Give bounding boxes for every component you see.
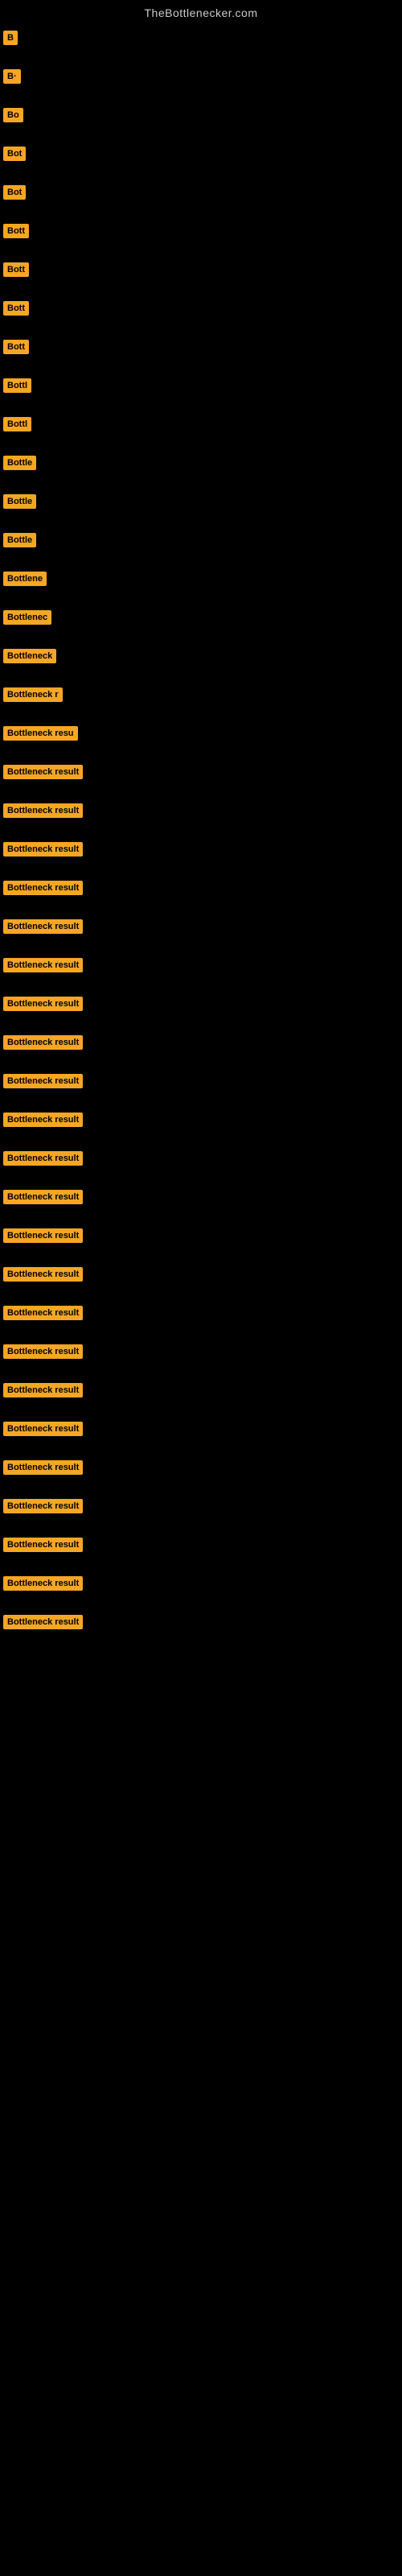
bottleneck-badge: Bottleneck result	[3, 1190, 83, 1204]
bottleneck-badge: Bottleneck result	[3, 1422, 83, 1436]
list-item: Bott	[0, 296, 402, 320]
bottleneck-badge: B·	[3, 69, 21, 84]
bottleneck-badge: Bottleneck result	[3, 1306, 83, 1320]
bottleneck-badge: Bottle	[3, 456, 36, 470]
list-item: Bottl	[0, 374, 402, 398]
bottleneck-badge: Bott	[3, 340, 29, 354]
list-item: Bottleneck result	[0, 1610, 402, 1634]
list-item: Bottleneck result	[0, 1224, 402, 1248]
list-item: Bottl	[0, 412, 402, 436]
list-item: Bottleneck result	[0, 799, 402, 823]
list-item: Bottleneck result	[0, 1340, 402, 1364]
list-item: Bottleneck result	[0, 953, 402, 977]
list-item: Bottlene	[0, 567, 402, 591]
bottleneck-badge: Bottleneck result	[3, 919, 83, 934]
list-item: Bottleneck result	[0, 992, 402, 1016]
list-item: Bottleneck result	[0, 760, 402, 784]
bottleneck-badge: B	[3, 31, 18, 45]
bottleneck-badge: Bottleneck result	[3, 1035, 83, 1050]
bottleneck-badge: Bottleneck result	[3, 842, 83, 857]
bottleneck-badge: Bott	[3, 224, 29, 238]
bottleneck-badge: Bottleneck result	[3, 1151, 83, 1166]
list-item: Bottleneck result	[0, 1030, 402, 1055]
list-item: Bottleneck r	[0, 683, 402, 707]
list-item: Bottle	[0, 451, 402, 475]
bottleneck-badge: Bot	[3, 147, 26, 161]
bottleneck-badge: Bottleneck result	[3, 765, 83, 779]
bottleneck-badge: Bottleneck resu	[3, 726, 78, 741]
list-item: Bot	[0, 142, 402, 166]
bottleneck-badge: Bottleneck	[3, 649, 56, 663]
list-item: Bottleneck result	[0, 1069, 402, 1093]
site-title: TheBottlenecker.com	[0, 0, 402, 23]
bottleneck-badge: Bottleneck result	[3, 1228, 83, 1243]
list-item: Bottleneck result	[0, 1533, 402, 1557]
bottleneck-badge: Bottleneck result	[3, 1267, 83, 1282]
list-item: Bottleneck result	[0, 1262, 402, 1286]
bottleneck-badge: Bottleneck result	[3, 1383, 83, 1397]
list-item: Bottleneck result	[0, 1417, 402, 1441]
list-item: Bottleneck result	[0, 1494, 402, 1518]
list-item: Bo	[0, 103, 402, 127]
list-item: Bottleneck resu	[0, 721, 402, 745]
bottleneck-badge: Bottlenec	[3, 610, 51, 625]
list-item: Bott	[0, 219, 402, 243]
list-item: Bottleneck result	[0, 837, 402, 861]
bottleneck-badge: Bottleneck result	[3, 1499, 83, 1513]
list-item: Bottleneck result	[0, 1301, 402, 1325]
list-item: Bottleneck result	[0, 1378, 402, 1402]
list-item: Bott	[0, 258, 402, 282]
bottleneck-badge: Bottleneck result	[3, 803, 83, 818]
bottleneck-badge: Bott	[3, 301, 29, 316]
list-item: Bottlenec	[0, 605, 402, 630]
bottleneck-badge: Bo	[3, 108, 23, 122]
bottleneck-badge: Bottleneck result	[3, 1344, 83, 1359]
list-item: Bott	[0, 335, 402, 359]
bottleneck-badge: Bottleneck result	[3, 1074, 83, 1088]
list-item: Bottleneck result	[0, 1146, 402, 1170]
bottleneck-badge: Bottleneck result	[3, 958, 83, 972]
list-item: Bot	[0, 180, 402, 204]
list-item: Bottleneck result	[0, 1571, 402, 1596]
bottleneck-badge: Bottleneck result	[3, 1615, 83, 1629]
list-item: Bottleneck	[0, 644, 402, 668]
bottleneck-badge: Bottleneck result	[3, 1460, 83, 1475]
list-item: Bottleneck result	[0, 1185, 402, 1209]
bottleneck-badge: Bottleneck result	[3, 881, 83, 895]
bottleneck-badge: Bottle	[3, 533, 36, 547]
bottleneck-badge: Bottleneck result	[3, 1576, 83, 1591]
bottleneck-badge: Bottl	[3, 417, 31, 431]
bottleneck-badge: Bottl	[3, 378, 31, 393]
list-item: Bottleneck result	[0, 1108, 402, 1132]
list-item: Bottle	[0, 528, 402, 552]
bottleneck-badge: Bottleneck r	[3, 687, 63, 702]
bottleneck-badge: Bot	[3, 185, 26, 200]
bottleneck-badge: Bottlene	[3, 572, 47, 586]
bottleneck-badge: Bottle	[3, 494, 36, 509]
bottleneck-badge: Bottleneck result	[3, 1113, 83, 1127]
list-item: B·	[0, 64, 402, 89]
bottleneck-badge: Bottleneck result	[3, 1538, 83, 1552]
list-item: Bottleneck result	[0, 914, 402, 939]
list-item: Bottle	[0, 489, 402, 514]
bottleneck-badge: Bottleneck result	[3, 997, 83, 1011]
bottleneck-badge: Bott	[3, 262, 29, 277]
list-item: B	[0, 26, 402, 50]
list-item: Bottleneck result	[0, 876, 402, 900]
list-item: Bottleneck result	[0, 1455, 402, 1480]
